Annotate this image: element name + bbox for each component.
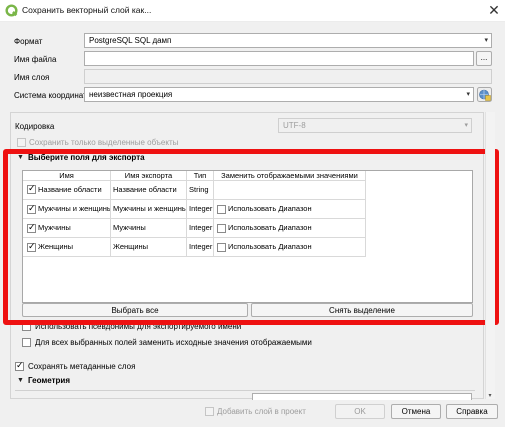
chevron-down-icon: ▾ xyxy=(464,122,468,129)
format-value: PostgreSQL SQL дамп xyxy=(89,36,172,45)
selected-only-label: Сохранить только выделенные объекты xyxy=(29,138,179,147)
crs-combo[interactable]: неизвестная проекция ▾ xyxy=(84,87,474,102)
chevron-down-icon: ▾ xyxy=(466,91,470,98)
filename-input[interactable] xyxy=(84,51,474,66)
format-label: Формат xyxy=(14,37,43,46)
crs-label: Система координат xyxy=(14,91,87,100)
browse-button[interactable]: ... xyxy=(476,51,492,66)
ok-button[interactable]: OK xyxy=(335,404,385,419)
options-scrollbar[interactable] xyxy=(485,112,495,399)
triangle-down-icon[interactable]: ▼ xyxy=(17,377,24,384)
encoding-combo[interactable]: UTF-8 ▾ xyxy=(278,118,472,133)
geometry-type-combo[interactable] xyxy=(252,393,472,400)
layername-label: Имя слоя xyxy=(14,73,50,82)
filename-label: Имя файла xyxy=(14,55,57,64)
window-title: Сохранить векторный слой как... xyxy=(22,5,152,15)
highlight-frame xyxy=(3,149,499,325)
add-to-project-checkbox[interactable] xyxy=(205,407,214,416)
add-to-project-label: Добавить слой в проект xyxy=(217,407,306,416)
layername-input[interactable] xyxy=(84,69,492,84)
qgis-logo-icon xyxy=(5,4,18,17)
replace-all-label: Для всех выбранных полей заменить исходн… xyxy=(35,338,312,347)
title-bar: Сохранить векторный слой как... ✕ xyxy=(0,0,505,22)
globe-crs-icon[interactable] xyxy=(477,87,492,102)
crs-value: неизвестная проекция xyxy=(89,90,173,99)
cancel-button[interactable]: Отмена xyxy=(391,404,441,419)
encoding-label: Кодировка xyxy=(15,122,55,131)
close-icon[interactable]: ✕ xyxy=(486,1,502,19)
save-metadata-checkbox[interactable] xyxy=(15,360,24,371)
save-metadata-label: Сохранять метаданные слоя xyxy=(28,362,136,371)
geometry-section-title[interactable]: Геометрия xyxy=(28,376,70,385)
help-button[interactable]: Справка xyxy=(446,404,498,419)
chevron-down-icon: ▾ xyxy=(484,37,488,44)
selected-only-checkbox[interactable] xyxy=(17,138,26,147)
replace-all-checkbox[interactable] xyxy=(22,338,31,347)
scroll-down-icon[interactable]: ▾ xyxy=(486,393,494,399)
format-combo[interactable]: PostgreSQL SQL дамп ▾ xyxy=(84,33,492,48)
encoding-value: UTF-8 xyxy=(283,121,306,130)
